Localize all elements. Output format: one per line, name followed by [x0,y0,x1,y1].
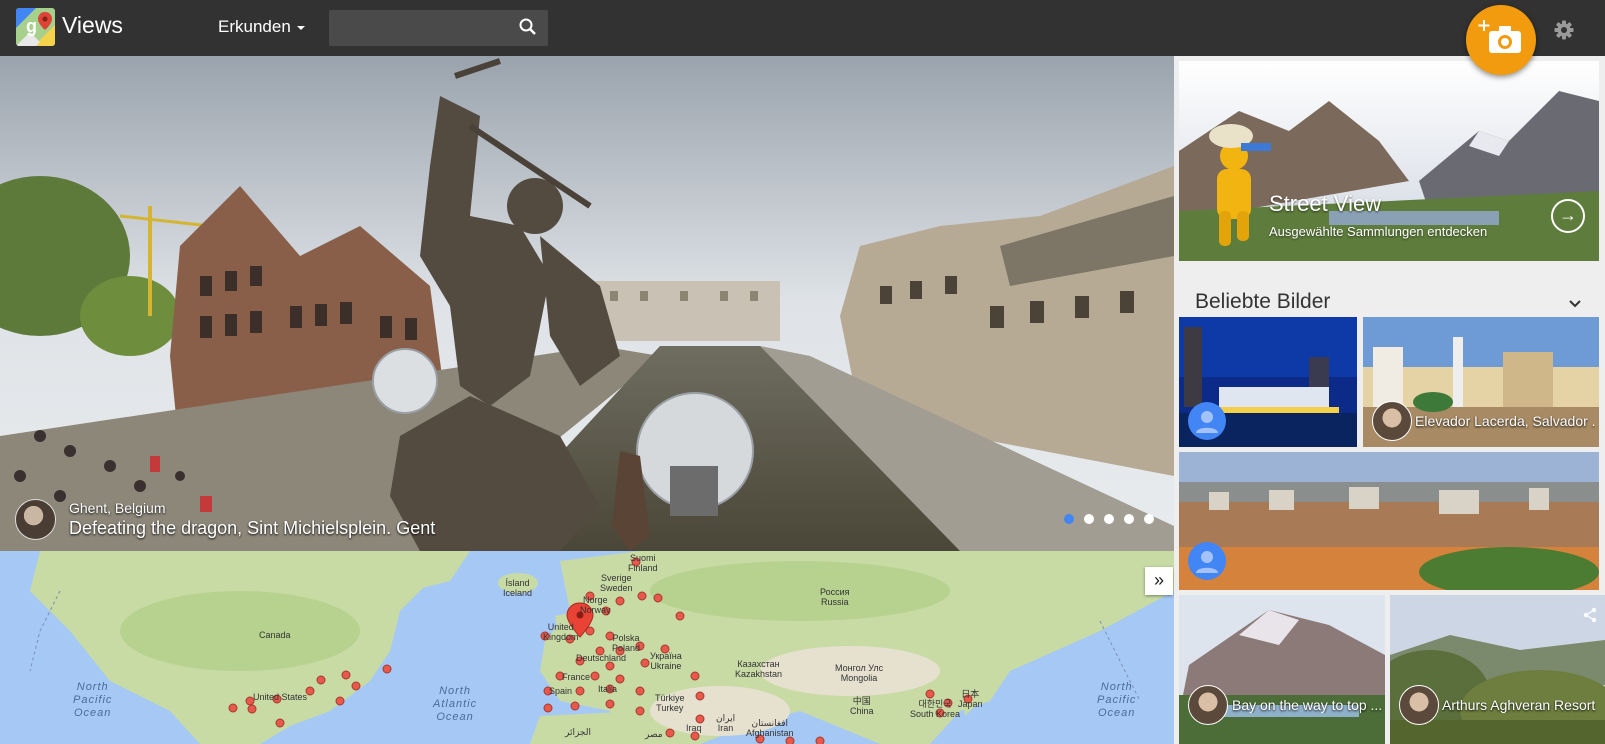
map-label: مصر [645,729,663,739]
map-label: Türkiye Turkey [655,693,685,713]
map-label: Norge Norway [580,595,611,615]
hero-location[interactable]: Ghent, Belgium [69,500,166,516]
top-bar: g Views Erkunden [0,0,1605,56]
map-label: 日本 Japan [958,689,983,709]
popular-image-tile[interactable] [1179,452,1599,590]
search-button[interactable] [515,14,541,40]
popular-image-tile[interactable]: Bay on the way to top ... [1179,595,1385,744]
map-canvas [29,551,1174,744]
street-view-title: Street View [1269,191,1382,216]
slide-dot-1[interactable] [1064,514,1074,524]
map-label: Italia [598,684,618,694]
explore-label: Erkunden [218,17,291,36]
photographer-avatar[interactable] [15,499,56,540]
slide-dot-5[interactable] [1144,514,1154,524]
tile-caption: Arthurs Aghveran Resort [1442,697,1596,713]
add-camera-icon [1478,20,1521,53]
world-map[interactable]: Suomi Finland Sverige Sweden Ísland Icel… [0,551,1174,744]
map-label: France [562,672,591,682]
popular-image-tile[interactable]: Arthurs Aghveran Resort [1390,595,1605,744]
settings-button[interactable] [1553,19,1575,41]
map-label: افغانستان Afghanistan [746,718,794,738]
panorama-image [0,56,1174,551]
hero-title[interactable]: Defeating the dragon, Sint Michielsplein… [69,518,435,539]
map-label: Deutschland [576,653,627,663]
arrow-right-icon[interactable]: → [1551,199,1585,233]
tile-caption: Elevador Lacerda, Salvador ... [1415,413,1595,429]
popular-image-tile[interactable] [1179,317,1357,447]
dropdown-caret-icon [296,25,305,30]
slide-dot-3[interactable] [1104,514,1114,524]
explore-menu-button[interactable]: Erkunden [218,17,305,37]
street-view-subtitle: Ausgewählte Sammlungen entdecken [1269,224,1488,239]
map-label: Canada [259,630,291,640]
map-label: Україна Ukraine [650,651,682,671]
app-title: Views [62,12,123,38]
google-maps-logo[interactable]: g [16,8,55,46]
gear-icon [1554,20,1574,40]
popular-images-title: Beliebte Bilder [1195,290,1331,313]
map-label: Казахстан Kazakhstan [735,659,783,679]
featured-panorama[interactable]: Ghent, Belgium Defeating the dragon, Sin… [0,56,1174,551]
tile-image [1179,452,1599,590]
map-label: United States [253,692,308,702]
map-label: Sverige Sweden [600,573,633,593]
add-photo-button[interactable] [1466,5,1536,75]
person-icon [1196,411,1218,433]
search-icon [519,18,536,35]
map-label: الجزائر [565,727,591,737]
sidebar: Street View Ausgewählte Sammlungen entde… [1174,56,1605,744]
map-label: Россия Russia [820,587,850,607]
map-label: Iraq [686,723,702,733]
chevron-down-icon[interactable] [1568,299,1582,309]
share-icon[interactable] [1582,607,1598,623]
user-avatar[interactable] [1188,402,1226,440]
ocean-label: North Pacific Ocean [73,681,113,719]
map-label: Spain [549,686,573,696]
ocean-label: North Pacific Ocean [1097,681,1137,719]
map-label: Polska Poland [612,633,641,653]
user-avatar[interactable] [1372,401,1412,441]
person-icon [1196,551,1218,573]
street-view-card[interactable]: Street View Ausgewählte Sammlungen entde… [1179,61,1599,261]
user-avatar[interactable] [1399,685,1439,725]
map-label: Монгол Улс Mongolia [835,663,884,683]
slide-dot-4[interactable] [1124,514,1134,524]
expand-map-button[interactable]: » [1145,567,1173,595]
svg-text:g: g [26,16,37,36]
map-label: 中国 China [850,696,874,716]
map-label: Suomi Finland [628,553,658,573]
map-label: Ísland Iceland [503,578,533,598]
tile-caption: Bay on the way to top ... [1232,697,1382,713]
user-avatar[interactable] [1188,685,1228,725]
popular-image-tile[interactable]: Elevador Lacerda, Salvador ... [1363,317,1599,447]
slide-indicator [1064,514,1154,524]
ocean-label: North Atlantic Ocean [433,685,478,723]
map-label: 대한민국 South Korea [910,699,961,719]
map-label: ایران Iran [716,713,736,733]
user-avatar[interactable] [1188,542,1226,580]
map-label: United Kingdom [543,622,579,642]
slide-dot-2[interactable] [1084,514,1094,524]
